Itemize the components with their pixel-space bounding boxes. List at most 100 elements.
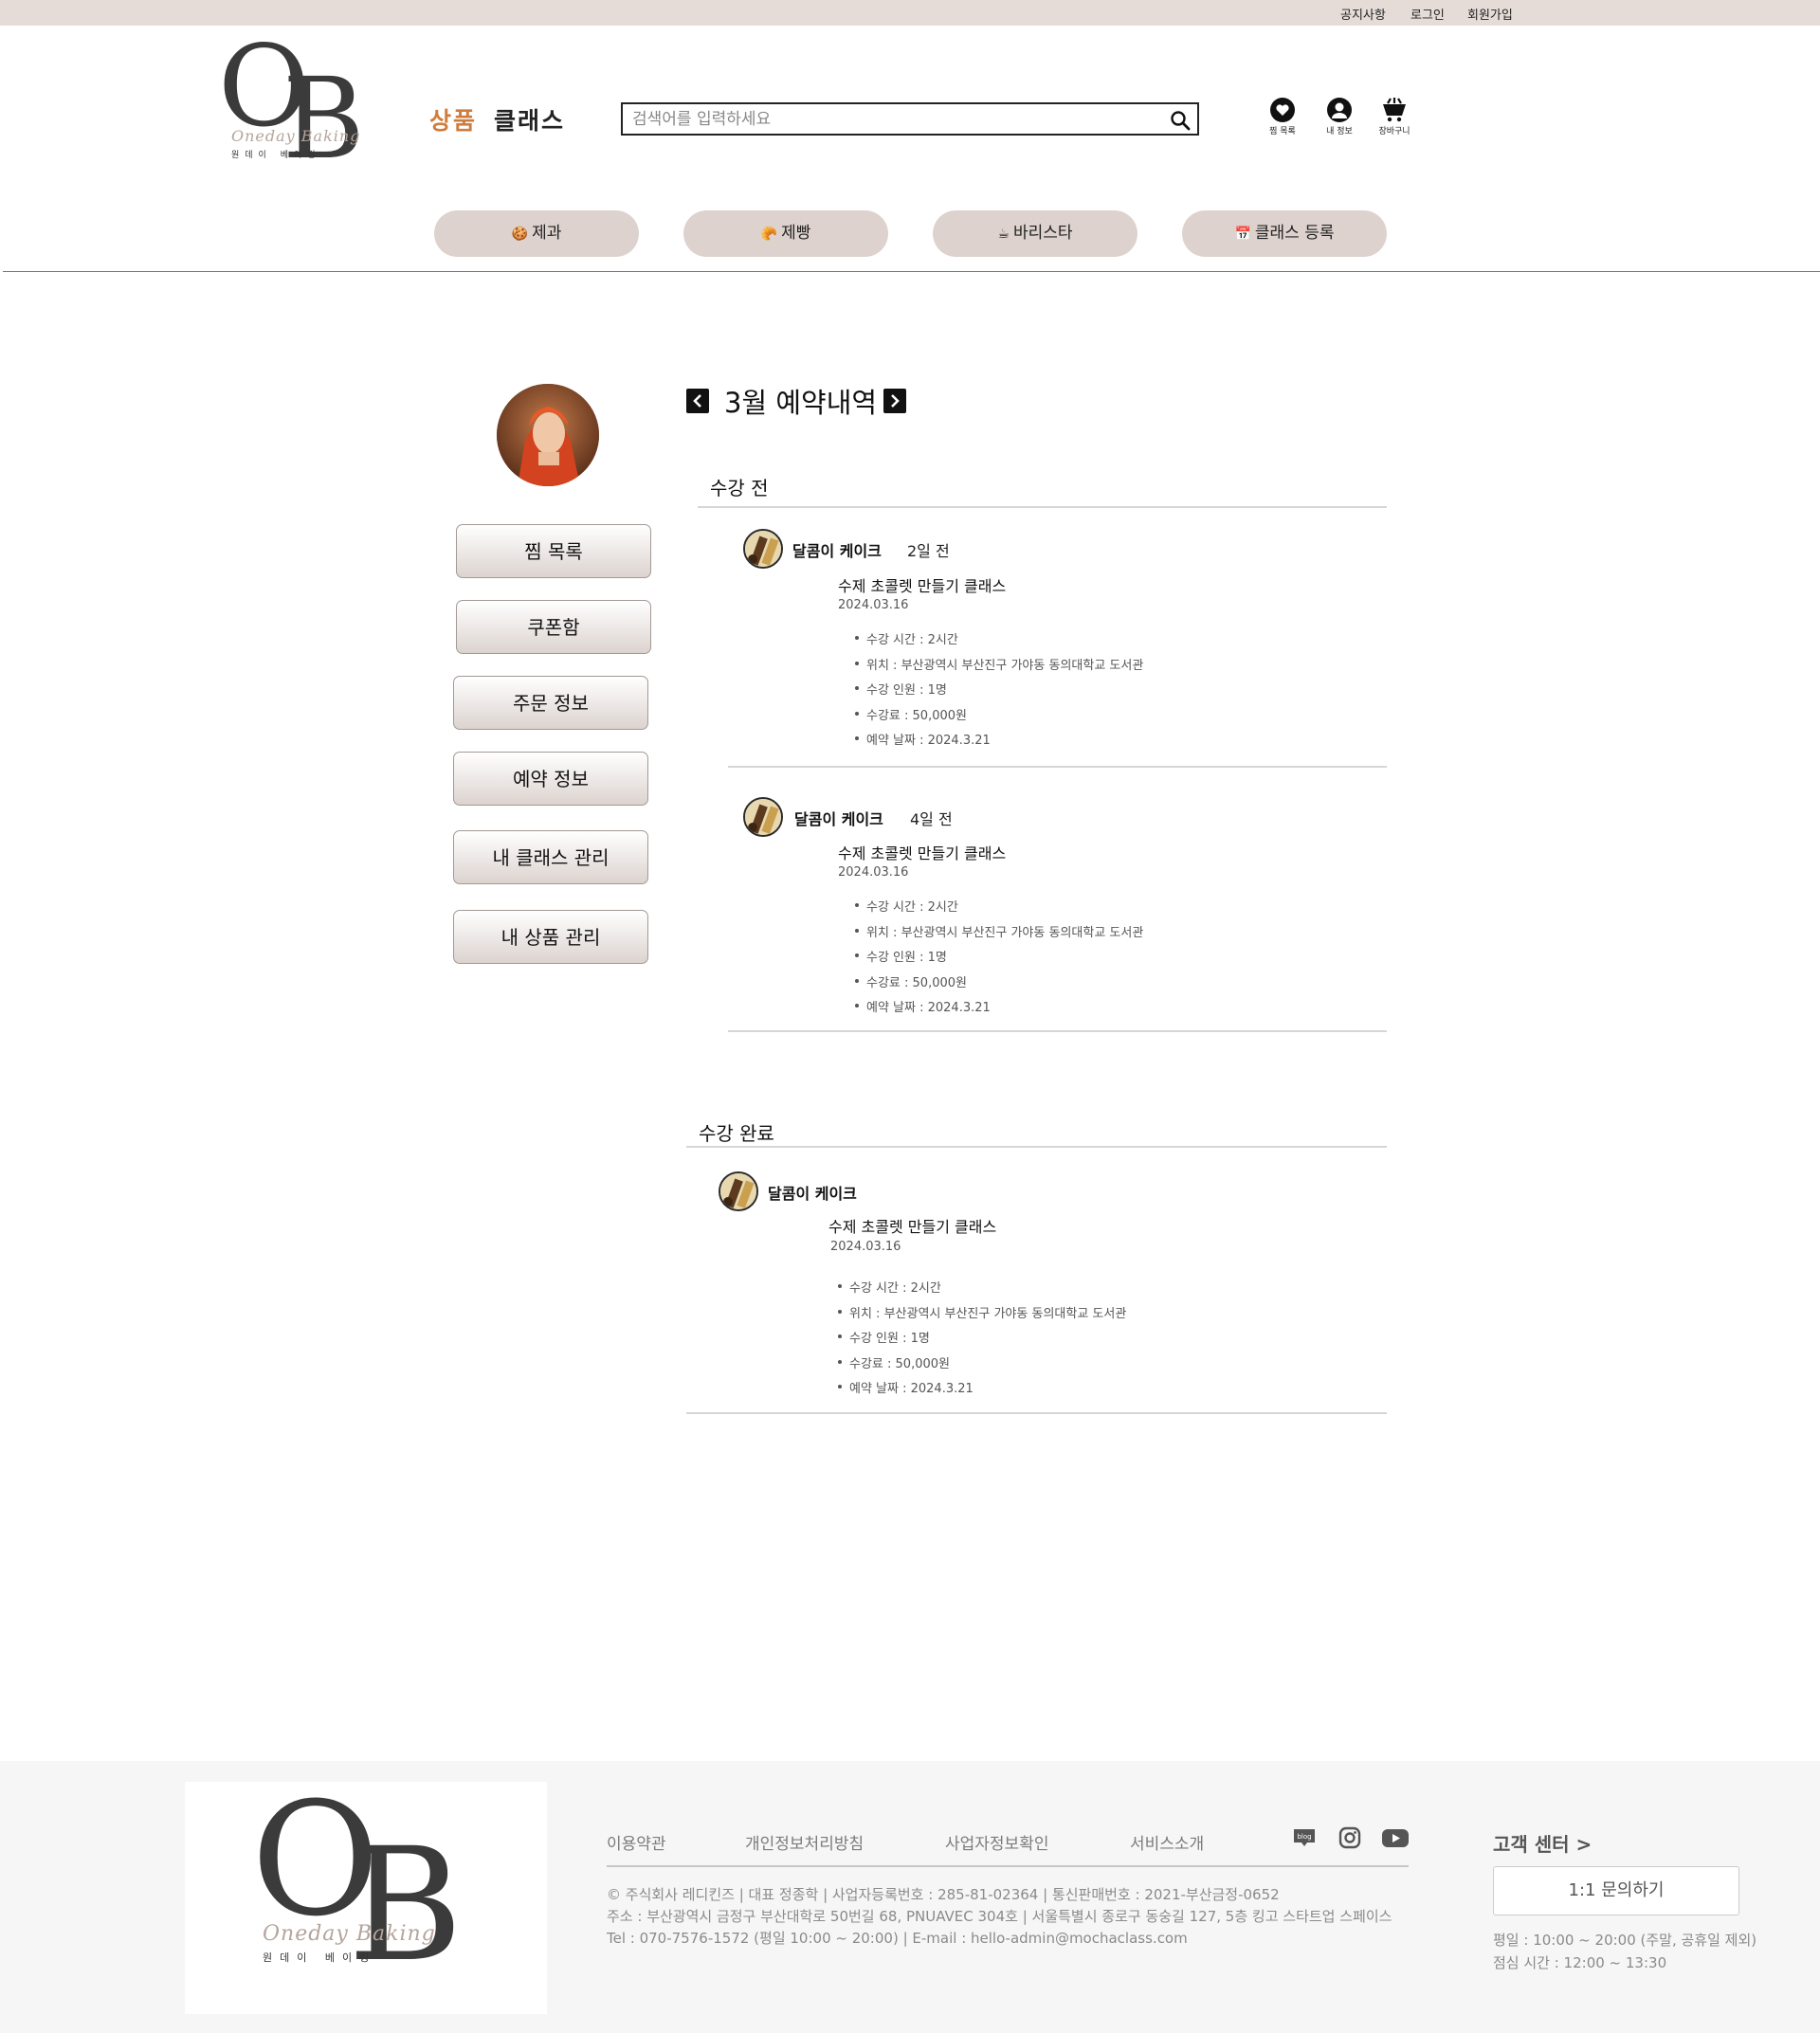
company-info: © 주식회사 레디킨즈 | 대표 정종학 | 사업자등록번호 : 285-81-…: [607, 1886, 1280, 1903]
footer-link-privacy[interactable]: 개인정보처리방침: [745, 1830, 864, 1854]
card-divider: [686, 1412, 1387, 1414]
cart-label: 장바구니: [1378, 127, 1410, 136]
coffee-icon: ☕: [997, 227, 1010, 242]
section-divider: [698, 506, 1387, 508]
cart-button[interactable]: 장바구니: [1366, 97, 1423, 136]
header-divider: [3, 271, 1820, 272]
detail-duration: 수강 시간 : 2시간: [838, 1278, 1126, 1303]
class-details: 수강 시간 : 2시간 위치 : 부산광역시 부산진구 가야동 동의대학교 도서…: [838, 1278, 1126, 1404]
category-label: 바리스타: [1013, 224, 1073, 243]
footer-divider: [607, 1865, 1409, 1867]
footer-link-service[interactable]: 서비스소개: [1130, 1830, 1204, 1854]
user-icon: [1327, 98, 1352, 122]
detail-fee: 수강료 : 50,000원: [838, 1353, 1126, 1379]
detail-reservation-date: 예약 날짜 : 2024.3.21: [855, 997, 1143, 1023]
wishlist-label: 찜 목록: [1269, 127, 1296, 136]
class-thumbnail: [743, 797, 783, 837]
category-baking-button[interactable]: 🍪 제과: [434, 210, 639, 257]
lunch-hours: 점심 시간 : 12:00 ~ 13:30: [1493, 1954, 1667, 1971]
customer-center-link[interactable]: 고객 센터 >: [1493, 1829, 1592, 1857]
category-register-class-button[interactable]: 📅 클래스 등록: [1182, 210, 1387, 257]
detail-location: 위치 : 부산광역시 부산진구 가야동 동의대학교 도서관: [855, 655, 1143, 681]
wishlist-button[interactable]: 찜 목록: [1254, 97, 1311, 136]
svg-text:blog: blog: [1297, 1833, 1311, 1841]
detail-duration: 수강 시간 : 2시간: [855, 629, 1143, 655]
category-label: 제과: [532, 224, 562, 243]
shop-name: 달콤이 케이크: [792, 542, 882, 560]
class-details: 수강 시간 : 2시간 위치 : 부산광역시 부산진구 가야동 동의대학교 도서…: [855, 629, 1143, 755]
sidebar-item-my-classes[interactable]: 내 클래스 관리: [453, 830, 648, 884]
detail-fee: 수강료 : 50,000원: [855, 705, 1143, 731]
search-icon[interactable]: [1169, 109, 1192, 132]
time-ago: 4일 전: [910, 810, 953, 828]
class-details: 수강 시간 : 2시간 위치 : 부산광역시 부산진구 가야동 동의대학교 도서…: [855, 897, 1143, 1023]
section-title-upcoming: 수강 전: [710, 477, 769, 499]
site-logo[interactable]: O B Oneday Baking 원데이 베이킹: [218, 30, 370, 181]
class-date: 2024.03.16: [838, 865, 909, 880]
my-info-button[interactable]: 내 정보: [1311, 97, 1368, 136]
cookie-icon: 🍪: [511, 227, 529, 242]
month-title: 3월 예약내역: [724, 387, 878, 419]
sidebar-item-wishlist[interactable]: 찜 목록: [456, 524, 651, 578]
detail-fee: 수강료 : 50,000원: [855, 972, 1143, 998]
blog-icon[interactable]: blog: [1292, 1825, 1317, 1850]
card-divider: [728, 1030, 1387, 1032]
detail-location: 위치 : 부산광역시 부산진구 가야동 동의대학교 도서관: [855, 922, 1143, 948]
detail-duration: 수강 시간 : 2시간: [855, 897, 1143, 922]
detail-headcount: 수강 인원 : 1명: [855, 680, 1143, 705]
footer-link-business-info[interactable]: 사업자정보확인: [945, 1830, 1048, 1854]
class-title: 수제 초콜렛 만들기 클래스: [838, 844, 1007, 862]
class-thumbnail: [719, 1171, 758, 1211]
category-label: 클래스 등록: [1254, 224, 1335, 243]
login-link[interactable]: 로그인: [1410, 5, 1445, 23]
my-info-label: 내 정보: [1326, 127, 1353, 136]
time-ago: 2일 전: [907, 542, 950, 560]
signup-link[interactable]: 회원가입: [1467, 5, 1513, 23]
category-label: 제빵: [781, 224, 811, 243]
chevron-right-icon: [891, 394, 900, 408]
youtube-icon[interactable]: [1381, 1825, 1409, 1850]
section-title-completed: 수강 완료: [699, 1122, 774, 1145]
notice-link[interactable]: 공지사항: [1340, 5, 1386, 23]
section-divider: [686, 1146, 1387, 1148]
category-bread-button[interactable]: 🥐 제빵: [683, 210, 888, 257]
class-thumbnail: [743, 529, 783, 569]
sidebar-item-reservations[interactable]: 예약 정보: [453, 752, 648, 806]
logo-script: Oneday Baking: [231, 127, 361, 145]
class-date: 2024.03.16: [830, 1240, 901, 1254]
heart-icon: [1270, 98, 1295, 122]
prev-month-button[interactable]: [686, 389, 709, 413]
search-box: [621, 102, 1199, 136]
detail-headcount: 수강 인원 : 1명: [838, 1328, 1126, 1353]
card-divider: [728, 766, 1387, 768]
company-address: 주소 : 부산광역시 금정구 부산대학로 50번길 68, PNUAVEC 30…: [607, 1908, 1392, 1925]
next-month-button[interactable]: [883, 389, 906, 413]
logo-korean: 원데이 베이킹: [231, 151, 321, 160]
footer-link-terms[interactable]: 이용약관: [607, 1830, 666, 1854]
detail-reservation-date: 예약 날짜 : 2024.3.21: [855, 730, 1143, 755]
instagram-icon[interactable]: [1338, 1825, 1362, 1850]
business-hours: 평일 : 10:00 ~ 20:00 (주말, 공휴일 제외): [1493, 1932, 1757, 1949]
sidebar-item-coupons[interactable]: 쿠폰함: [456, 600, 651, 654]
class-title: 수제 초콜렛 만들기 클래스: [838, 577, 1007, 595]
footer-logo: O B Oneday Baking 원데이 베이킹: [185, 1782, 547, 2014]
shop-name: 달콤이 케이크: [794, 810, 883, 828]
nav-classes[interactable]: 클래스: [494, 102, 565, 136]
chevron-left-icon: [693, 394, 701, 408]
inquiry-button[interactable]: 1:1 문의하기: [1493, 1866, 1739, 1915]
detail-location: 위치 : 부산광역시 부산진구 가야동 동의대학교 도서관: [838, 1303, 1126, 1329]
category-barista-button[interactable]: ☕ 바리스타: [933, 210, 1138, 257]
class-title: 수제 초콜렛 만들기 클래스: [828, 1218, 997, 1236]
shop-name: 달콤이 케이크: [768, 1185, 857, 1203]
search-input[interactable]: [632, 108, 1144, 131]
nav-products[interactable]: 상품: [429, 102, 477, 136]
calendar-icon: 📅: [1234, 227, 1251, 242]
cart-icon: [1383, 98, 1406, 122]
logo-korean: 원데이 베이킹: [263, 1951, 377, 1964]
croissant-icon: 🥐: [760, 227, 778, 242]
sidebar-item-my-products[interactable]: 내 상품 관리: [453, 910, 648, 964]
company-contact: Tel : 070-7576-1572 (평일 10:00 ~ 20:00) |…: [607, 1930, 1188, 1947]
profile-avatar: [497, 384, 599, 486]
sidebar-item-orders[interactable]: 주문 정보: [453, 676, 648, 730]
detail-reservation-date: 예약 날짜 : 2024.3.21: [838, 1378, 1126, 1404]
